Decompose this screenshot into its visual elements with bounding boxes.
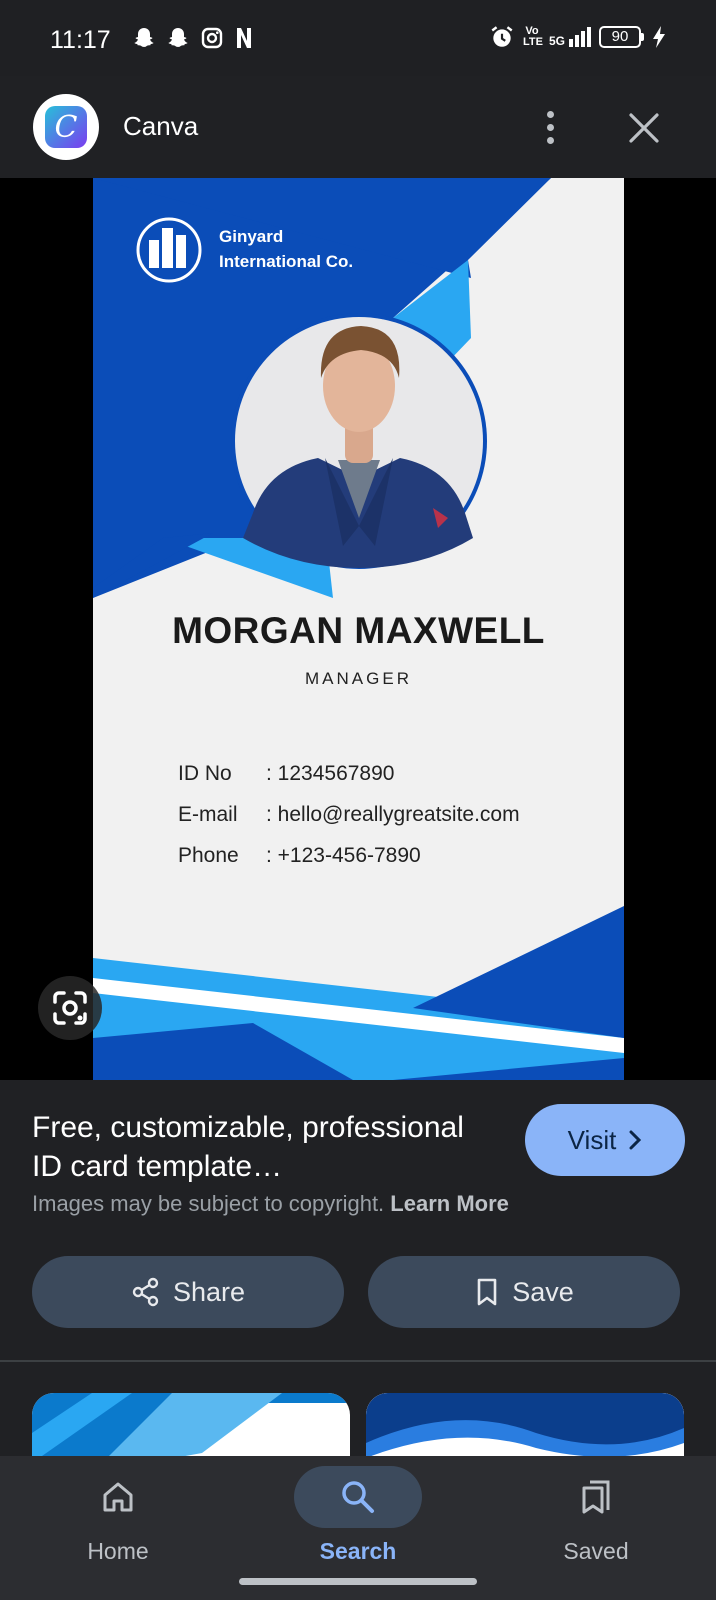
visit-button[interactable]: Visit	[525, 1104, 685, 1176]
nav-search[interactable]: Search	[268, 1466, 448, 1576]
image-details-panel: Free, customizable, professional ID card…	[0, 1080, 716, 1473]
saved-icon	[582, 1480, 610, 1514]
info-row-phone: Phone : +123-456-7890	[178, 843, 421, 867]
bookmark-icon	[477, 1278, 497, 1306]
system-status-icons: Vo LTE 5G 90	[489, 24, 666, 50]
share-icon	[132, 1277, 159, 1307]
canva-logo[interactable]: C	[33, 94, 99, 160]
lens-search-button[interactable]	[38, 976, 102, 1040]
source-site-name[interactable]: Canva	[123, 111, 198, 142]
alarm-icon	[491, 26, 513, 47]
netflix-icon	[237, 28, 251, 48]
learn-more-link[interactable]: Learn More	[390, 1191, 509, 1216]
chevron-right-icon	[629, 1130, 642, 1150]
instagram-icon	[201, 27, 223, 49]
info-row-id: ID No : 1234567890	[178, 761, 395, 785]
card-info-list: ID No : 1234567890 E-mail : hello@really…	[178, 753, 520, 876]
divider	[0, 1360, 716, 1362]
notification-icons	[132, 26, 254, 50]
card-holder-role: MANAGER	[305, 669, 412, 688]
lens-icon	[53, 991, 87, 1025]
copyright-notice: Images may be subject to copyright. Lear…	[32, 1191, 509, 1216]
company-name: Ginyard International Co.	[219, 227, 354, 271]
image-preview[interactable]: Ginyard International Co. MORGAN MAXWELL…	[0, 178, 716, 1080]
home-indicator[interactable]	[239, 1578, 477, 1585]
nav-saved[interactable]: Saved	[506, 1466, 686, 1576]
result-title[interactable]: Free, customizable, professional ID card…	[32, 1108, 502, 1186]
signal-icon: 5G	[549, 27, 591, 47]
save-button[interactable]: Save	[368, 1256, 680, 1328]
snapchat-icon	[168, 28, 188, 47]
status-time: 11:17	[50, 26, 111, 54]
snapchat-icon	[134, 28, 154, 47]
share-button[interactable]: Share	[32, 1256, 344, 1328]
card-holder-name: MORGAN MAXWELL	[172, 610, 545, 651]
charging-icon	[653, 26, 665, 48]
close-icon[interactable]	[622, 106, 666, 150]
search-icon	[342, 1481, 374, 1513]
id-card-image: Ginyard International Co. MORGAN MAXWELL…	[93, 178, 624, 1080]
nav-home[interactable]: Home	[28, 1466, 208, 1576]
info-row-email: E-mail : hello@reallygreatsite.com	[178, 802, 520, 826]
status-bar: 11:17 Vo LTE 5G 90	[0, 0, 716, 76]
viewer-header: C Canva	[0, 76, 716, 178]
home-icon	[103, 1482, 133, 1512]
volte-indicator: Vo LTE	[522, 25, 543, 48]
battery-icon: 90	[599, 26, 644, 48]
more-options-icon[interactable]	[530, 104, 570, 150]
